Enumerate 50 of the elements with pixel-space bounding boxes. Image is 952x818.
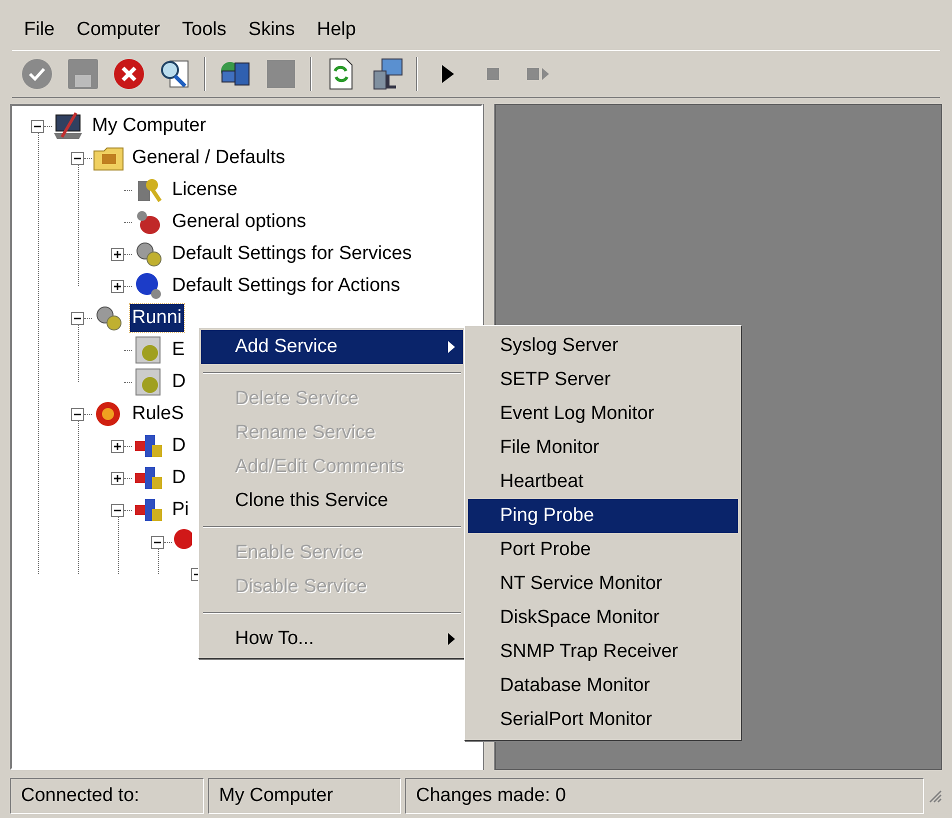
menu-item[interactable]: SerialPort Monitor <box>468 703 738 737</box>
menu-item[interactable]: Skins <box>238 16 305 44</box>
submenu-arrow-icon <box>448 341 455 353</box>
tree-node-label[interactable]: RuleS <box>130 400 186 428</box>
expand-box[interactable] <box>111 248 124 260</box>
tree-node-label[interactable]: General / Defaults <box>130 144 288 172</box>
close-circle-icon[interactable] <box>112 57 146 91</box>
tree-node-label[interactable]: License <box>170 176 240 204</box>
menu-item[interactable]: Help <box>306 16 366 44</box>
tree-node-label[interactable]: General options <box>170 208 308 236</box>
tree-node-label[interactable]: Default Settings for Actions <box>170 272 402 300</box>
menu-item[interactable]: Database Monitor <box>468 669 738 703</box>
menu-item[interactable]: Tools <box>172 16 236 44</box>
menu-item[interactable]: File <box>14 16 65 44</box>
menu-item[interactable]: DiskSpace Monitor <box>468 601 738 635</box>
menu-item[interactable]: Port Probe <box>468 533 738 567</box>
expand-box[interactable] <box>111 280 124 292</box>
tree-node-label[interactable]: Pi <box>170 496 191 524</box>
status-panel: Changes made: 0 <box>405 778 924 814</box>
menu-item[interactable]: Add Service <box>201 330 463 364</box>
expand-box[interactable] <box>111 440 124 452</box>
tree-node-label[interactable]: E <box>170 336 187 364</box>
menu-item[interactable]: Clone this Service <box>201 484 463 518</box>
menu-item[interactable]: How To... <box>201 622 463 656</box>
menu-item[interactable]: Event Log Monitor <box>468 397 738 431</box>
resize-grip-icon[interactable] <box>928 789 942 803</box>
status-panel: Connected to: <box>10 778 204 814</box>
tree-node-label[interactable]: My Computer <box>90 112 208 140</box>
menu-item[interactable]: Computer <box>66 16 170 44</box>
menu-item[interactable]: Ping Probe <box>468 499 738 533</box>
tree-node-label[interactable]: D <box>170 368 188 396</box>
menu-item[interactable]: Syslog Server <box>468 329 738 363</box>
collapse-box[interactable] <box>31 120 44 132</box>
submenu-arrow-icon <box>448 633 455 645</box>
collapse-box[interactable] <box>71 312 84 324</box>
tree-node-label[interactable]: D <box>170 464 188 492</box>
tree-node-label[interactable]: Default Settings for Services <box>170 240 414 268</box>
expand-box[interactable] <box>111 472 124 484</box>
collapse-box[interactable] <box>151 536 164 548</box>
menu-item[interactable]: Heartbeat <box>468 465 738 499</box>
tree-node-label[interactable]: D <box>170 432 188 460</box>
status-panel: My Computer <box>208 778 401 814</box>
collapse-box[interactable] <box>71 408 84 420</box>
menu-item[interactable]: NT Service Monitor <box>468 567 738 601</box>
menu-item[interactable]: SETP Server <box>468 363 738 397</box>
menu-item[interactable]: SNMP Trap Receiver <box>468 635 738 669</box>
collapse-box[interactable] <box>111 504 124 516</box>
menu-item[interactable]: File Monitor <box>468 431 738 465</box>
collapse-box[interactable] <box>71 152 84 164</box>
tree-node-label[interactable]: Runni <box>130 304 184 332</box>
